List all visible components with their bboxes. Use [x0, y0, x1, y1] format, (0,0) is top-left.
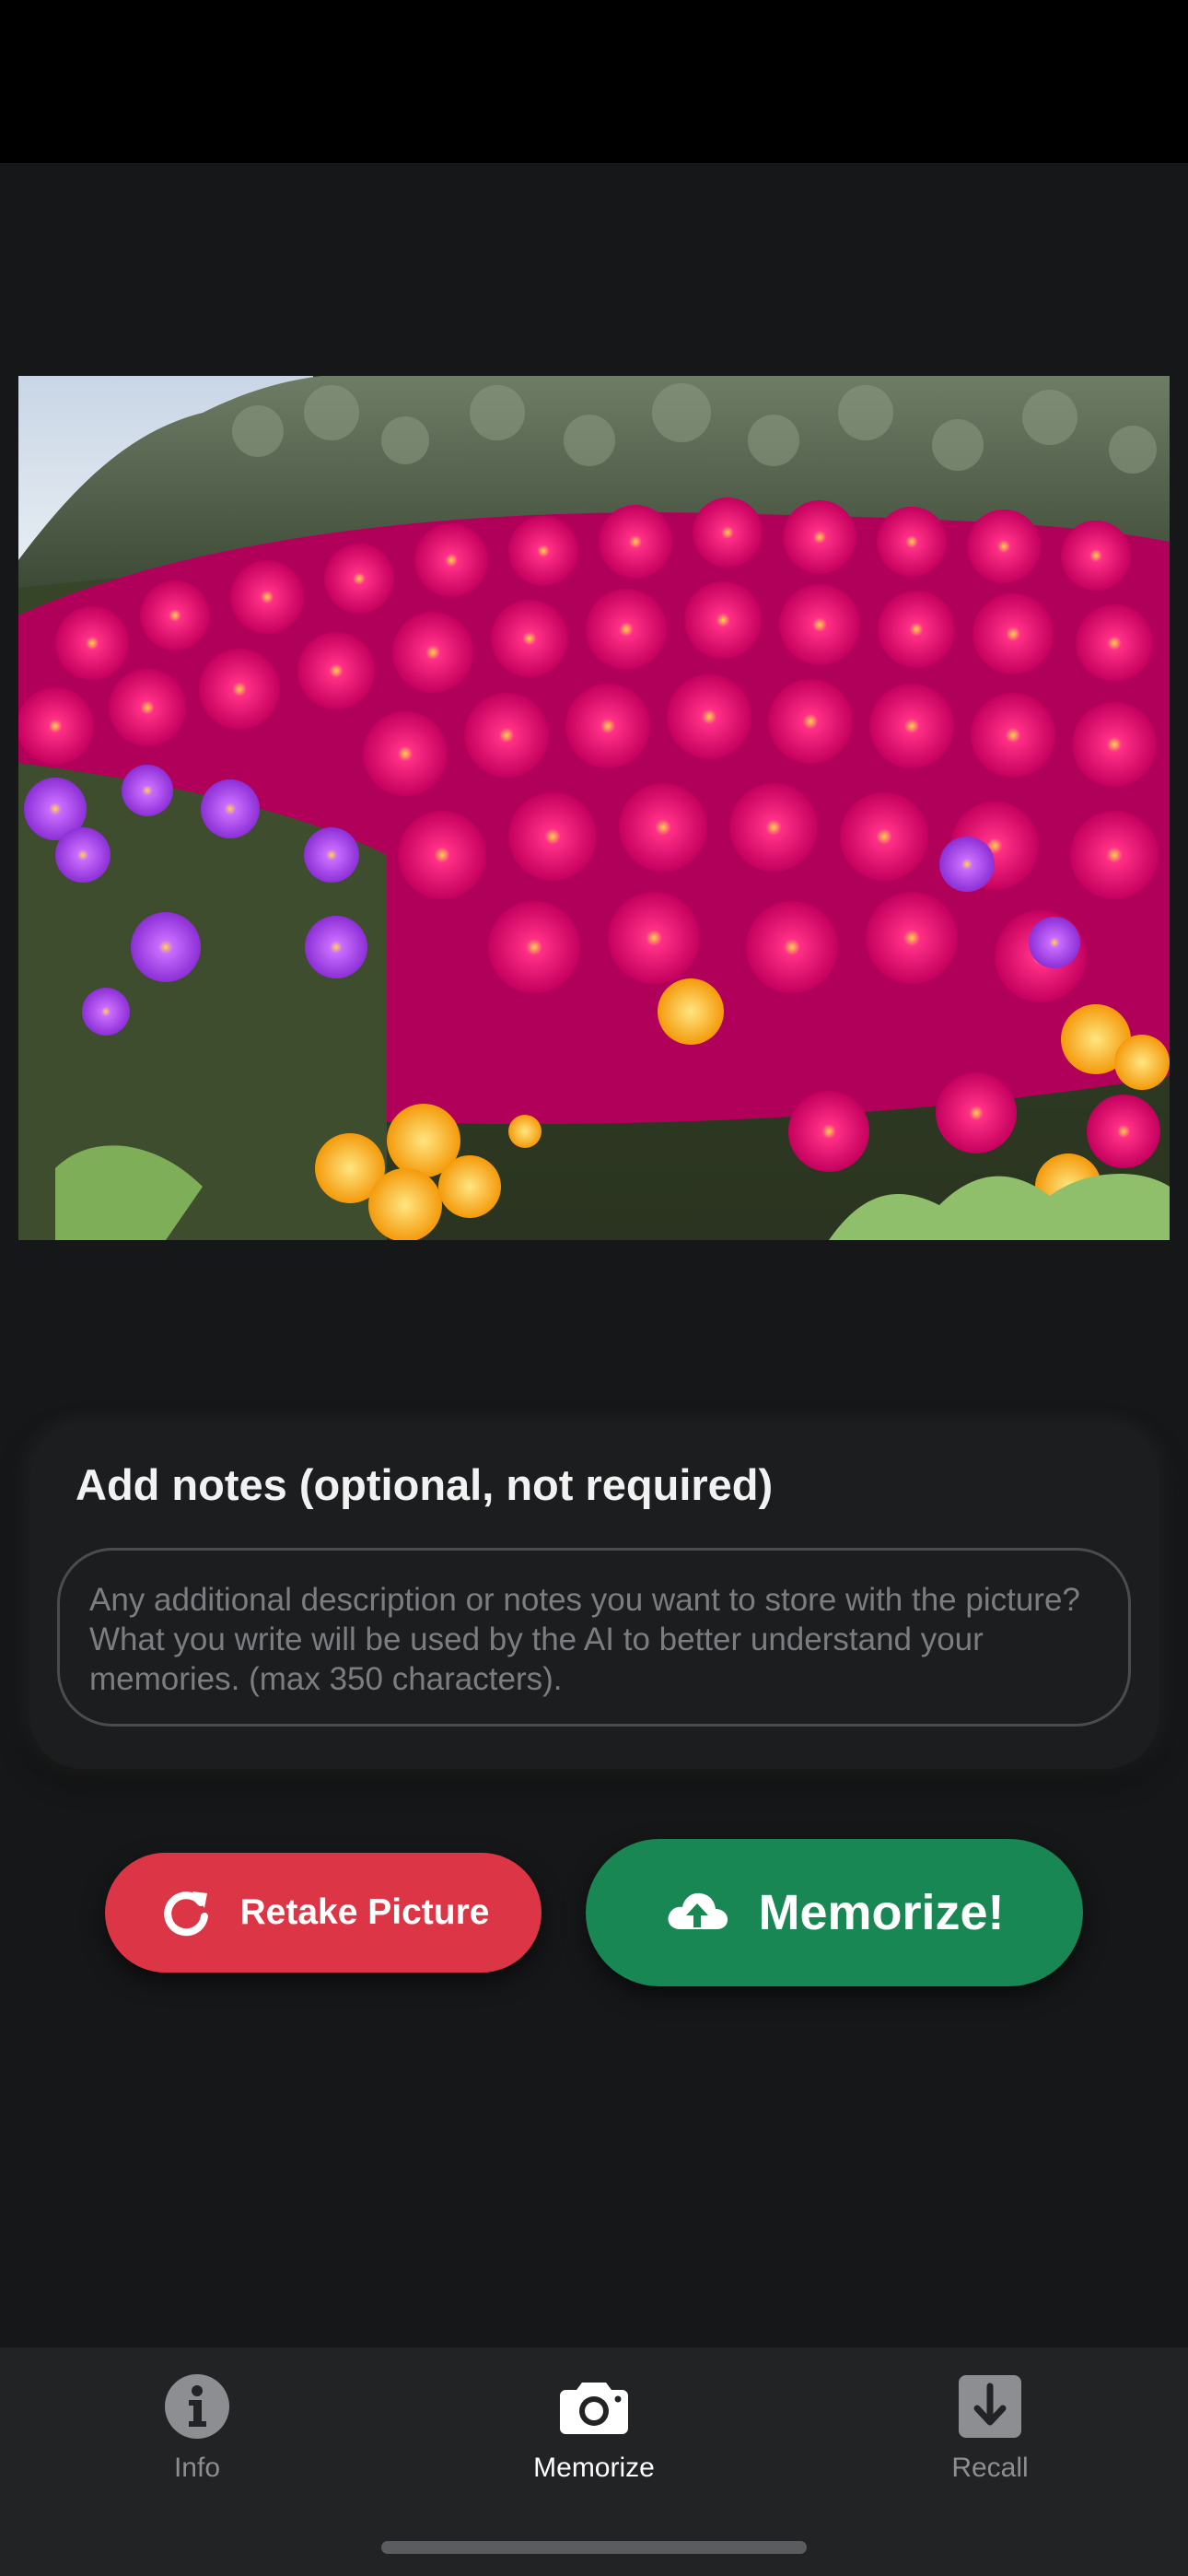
- tab-memorize[interactable]: Memorize: [474, 2370, 714, 2508]
- memorize-label: Memorize!: [758, 1885, 1005, 1940]
- tab-recall-label: Recall: [951, 2453, 1029, 2483]
- memorize-button[interactable]: Memorize!: [586, 1839, 1083, 1986]
- info-circle-icon: [164, 2370, 230, 2443]
- tab-info-label: Info: [173, 2453, 221, 2483]
- notes-title: Add notes (optional, not required): [76, 1460, 774, 1509]
- camera-icon: [560, 2370, 628, 2443]
- home-indicator: [381, 2541, 807, 2554]
- notes-input[interactable]: [57, 1548, 1131, 1727]
- cloud-upload-icon: [664, 1887, 730, 1938]
- retake-picture-button[interactable]: Retake Picture: [105, 1853, 542, 1973]
- status-bar: [0, 0, 1188, 163]
- tab-info[interactable]: Info: [77, 2370, 317, 2508]
- rotate-right-icon: [157, 1884, 215, 1941]
- captured-photo: [18, 376, 1170, 1240]
- download-box-icon: [959, 2370, 1021, 2443]
- tab-memorize-label: Memorize: [533, 2453, 655, 2483]
- retake-picture-label: Retake Picture: [239, 1892, 490, 1932]
- tab-recall[interactable]: Recall: [870, 2370, 1110, 2508]
- notes-card: Add notes (optional, not required): [29, 1426, 1159, 1769]
